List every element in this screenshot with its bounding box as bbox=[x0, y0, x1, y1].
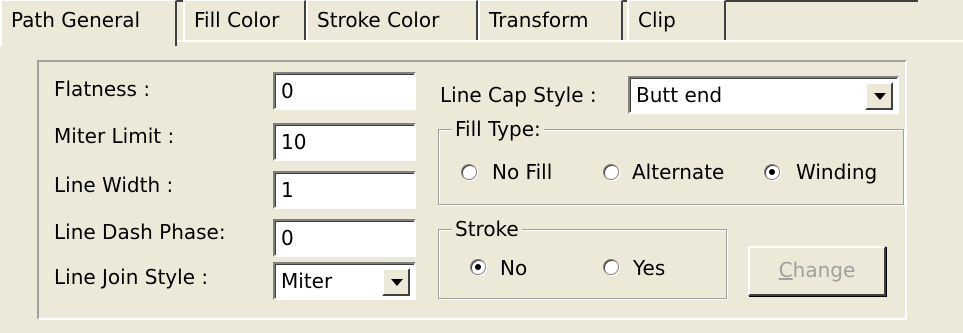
line-width-input[interactable]: 1 bbox=[273, 171, 416, 209]
miter-limit-input[interactable]: 10 bbox=[273, 123, 416, 161]
stroke-title: Stroke bbox=[452, 217, 522, 241]
fill-type-title: Fill Type: bbox=[452, 117, 544, 141]
stroke-yes-radio[interactable] bbox=[603, 259, 619, 275]
miter-limit-value: 10 bbox=[281, 130, 307, 154]
flatness-value: 0 bbox=[281, 79, 294, 103]
line-width-label: Line Width : bbox=[54, 173, 174, 197]
line-cap-style-label: Line Cap Style : bbox=[440, 83, 597, 107]
line-join-style-select[interactable]: Miter bbox=[273, 262, 416, 300]
line-dash-phase-input[interactable]: 0 bbox=[273, 219, 416, 257]
tab-path-general[interactable]: Path General bbox=[0, 0, 177, 46]
tab-label: Transform bbox=[489, 8, 589, 32]
tab-clip[interactable]: Clip bbox=[627, 0, 726, 40]
line-cap-style-dropdown-button[interactable] bbox=[865, 82, 893, 110]
line-dash-phase-label: Line Dash Phase: bbox=[54, 220, 226, 244]
stroke-no-label[interactable]: No bbox=[500, 256, 527, 280]
fill-type-no-fill-label[interactable]: No Fill bbox=[492, 160, 552, 184]
miter-limit-label: Miter Limit : bbox=[54, 124, 175, 148]
stroke-no-radio[interactable] bbox=[470, 259, 486, 275]
line-join-style-value: Miter bbox=[281, 269, 333, 293]
tab-stroke-color[interactable]: Stroke Color bbox=[306, 0, 478, 40]
fill-type-winding-label[interactable]: Winding bbox=[796, 160, 877, 184]
line-cap-style-select[interactable]: Butt end bbox=[628, 76, 899, 114]
stroke-yes-label[interactable]: Yes bbox=[633, 256, 665, 280]
tab-label: Fill Color bbox=[194, 8, 280, 32]
line-cap-style-value: Butt end bbox=[636, 83, 723, 107]
tab-label: Path General bbox=[11, 8, 141, 32]
fill-type-winding-radio[interactable] bbox=[764, 164, 780, 180]
radio-selected-dot bbox=[769, 169, 775, 175]
change-button-mnemonic: C bbox=[778, 258, 793, 282]
line-width-value: 1 bbox=[281, 178, 294, 202]
radio-selected-dot bbox=[475, 264, 481, 270]
tab-page-top-edge bbox=[175, 40, 963, 42]
change-button[interactable]: Change bbox=[748, 246, 886, 296]
tab-transform[interactable]: Transform bbox=[478, 0, 623, 40]
change-button-label-rest: hange bbox=[792, 258, 856, 282]
tab-label: Clip bbox=[638, 8, 676, 32]
fill-type-alternate-radio[interactable] bbox=[603, 164, 619, 180]
line-join-style-dropdown-button[interactable] bbox=[382, 268, 410, 296]
fill-type-alternate-label[interactable]: Alternate bbox=[632, 160, 724, 184]
line-join-style-label: Line Join Style : bbox=[54, 265, 209, 289]
chevron-down-icon bbox=[391, 279, 403, 286]
line-dash-phase-value: 0 bbox=[281, 226, 294, 250]
flatness-input[interactable]: 0 bbox=[273, 72, 416, 110]
fill-type-no-fill-radio[interactable] bbox=[461, 164, 477, 180]
flatness-label: Flatness : bbox=[54, 77, 151, 101]
tab-fill-color[interactable]: Fill Color bbox=[183, 0, 306, 40]
chevron-down-icon bbox=[874, 93, 886, 100]
tab-label: Stroke Color bbox=[317, 8, 440, 32]
